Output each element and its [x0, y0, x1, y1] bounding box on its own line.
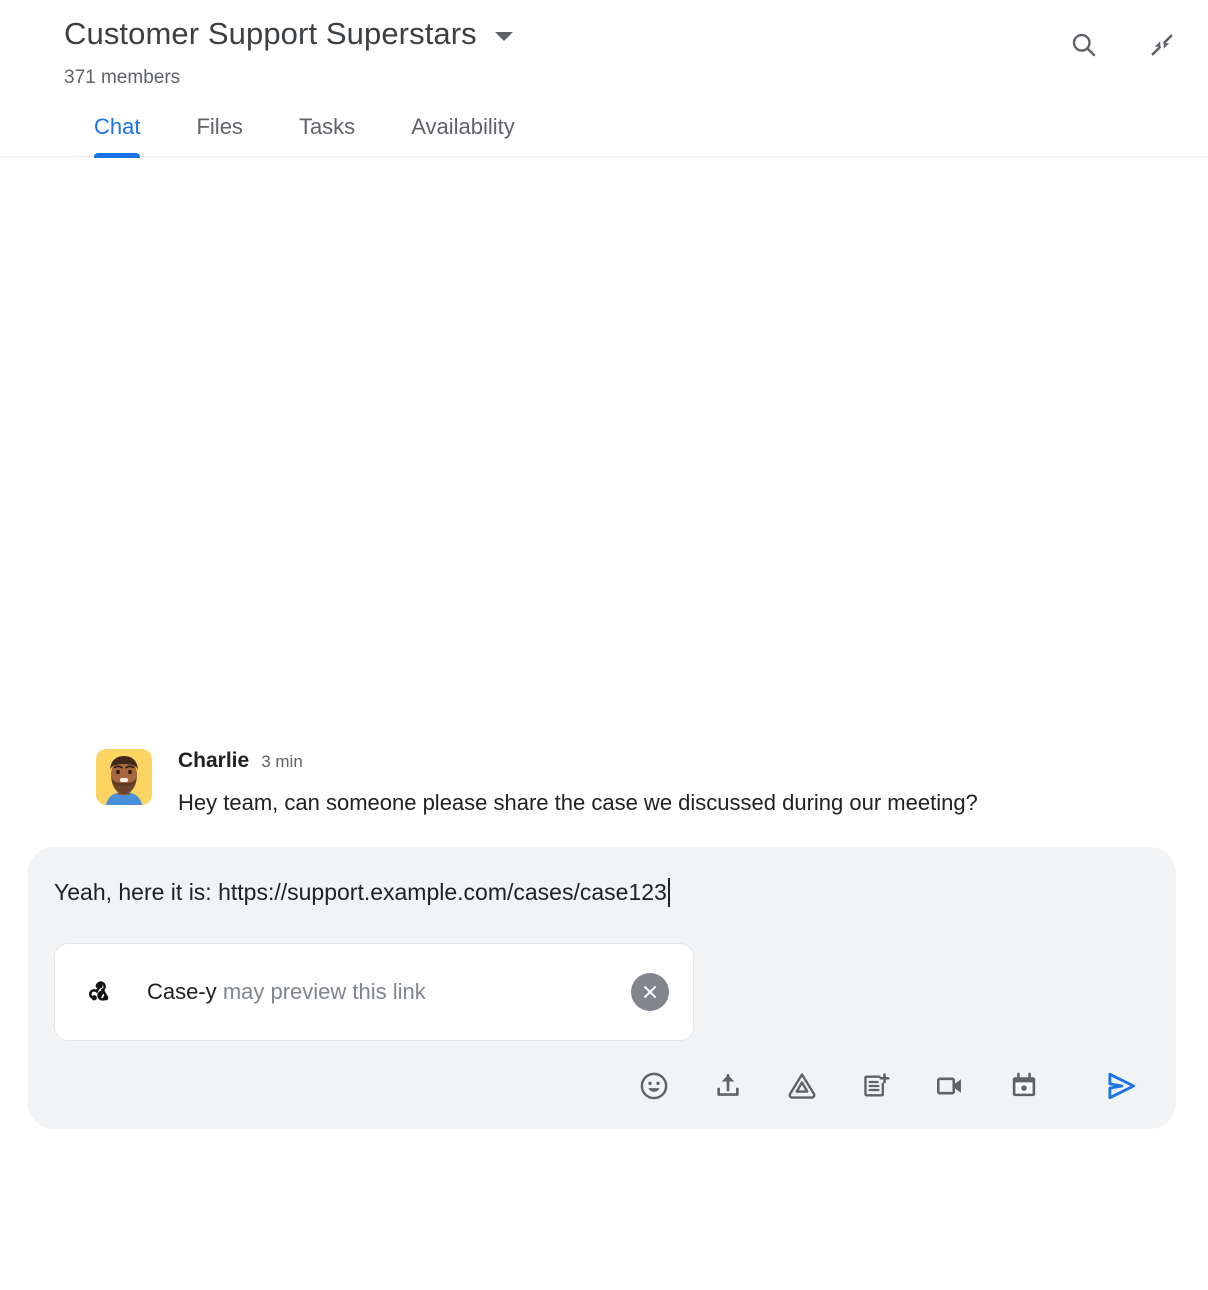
- room-title-row[interactable]: Customer Support Superstars: [64, 14, 513, 54]
- video-camera-icon: [934, 1070, 966, 1105]
- link-preview-card[interactable]: Case-y may preview this link: [54, 943, 694, 1041]
- calendar-icon: [1008, 1070, 1040, 1105]
- bearded-person-avatar-icon: [96, 749, 152, 805]
- member-count-label: 371 members: [64, 67, 181, 88]
- message-input-value: Yeah, here it is: https://support.exampl…: [54, 879, 667, 905]
- header-top-row: Customer Support Superstars 371 members: [0, 14, 1208, 90]
- link-preview-text: Case-y may preview this link: [147, 977, 631, 1007]
- tab-chat-label: Chat: [94, 114, 141, 139]
- webhook-icon: [83, 975, 117, 1009]
- upload-button[interactable]: [704, 1063, 752, 1111]
- room-header: Customer Support Superstars 371 members: [0, 0, 1208, 158]
- google-drive-icon: [786, 1070, 818, 1105]
- message-item[interactable]: Charlie 3 min Hey team, can someone plea…: [96, 745, 1168, 823]
- message-text: Hey team, can someone please share the c…: [178, 790, 978, 815]
- tab-availability-label: Availability: [411, 114, 515, 139]
- new-document-icon: [860, 1070, 892, 1105]
- tab-availability[interactable]: Availability: [411, 112, 543, 156]
- text-cursor: [667, 877, 670, 907]
- link-preview-app-name: Case-y: [147, 979, 217, 1004]
- link-preview-subtext: may preview this link: [222, 979, 426, 1004]
- chat-room-panel: Customer Support Superstars 371 members: [0, 0, 1208, 1290]
- page-title: Customer Support Superstars: [64, 16, 477, 51]
- message-list[interactable]: Charlie 3 min Hey team, can someone plea…: [0, 157, 1208, 847]
- send-icon: [1103, 1068, 1139, 1107]
- video-meeting-button[interactable]: [926, 1063, 974, 1111]
- tab-chat[interactable]: Chat: [94, 112, 168, 158]
- header-actions: [1062, 14, 1184, 68]
- search-button[interactable]: [1062, 24, 1106, 68]
- close-icon[interactable]: [631, 973, 669, 1011]
- message-input[interactable]: Yeah, here it is: https://support.exampl…: [54, 875, 1150, 909]
- tab-bar: Chat Files Tasks Availability: [0, 112, 1208, 158]
- message-composer[interactable]: Yeah, here it is: https://support.exampl…: [28, 847, 1176, 1129]
- search-icon: [1069, 30, 1099, 63]
- tab-tasks-label: Tasks: [298, 114, 356, 139]
- calendar-button[interactable]: [1000, 1063, 1048, 1111]
- composer-toolbar: [54, 1063, 1150, 1111]
- emoji-icon: [638, 1070, 670, 1105]
- room-title-block: Customer Support Superstars 371 members: [64, 14, 513, 90]
- chevron-down-icon[interactable]: [494, 31, 513, 41]
- google-drive-button[interactable]: [778, 1063, 826, 1111]
- emoji-button[interactable]: [630, 1063, 678, 1111]
- tab-files-label: Files: [196, 114, 243, 139]
- upload-icon: [712, 1070, 744, 1105]
- new-document-button[interactable]: [852, 1063, 900, 1111]
- avatar[interactable]: [96, 749, 152, 805]
- send-button[interactable]: [1094, 1063, 1148, 1111]
- message-timestamp: 3 min: [261, 752, 303, 771]
- collapse-button[interactable]: [1140, 24, 1184, 68]
- tab-tasks[interactable]: Tasks: [299, 112, 383, 156]
- collapse-icon: [1147, 30, 1177, 63]
- message-author: Charlie: [178, 749, 250, 772]
- message-meta: Charlie 3 min: [178, 747, 1168, 775]
- message-body: Charlie 3 min Hey team, can someone plea…: [178, 745, 1168, 823]
- tab-files[interactable]: Files: [196, 112, 270, 156]
